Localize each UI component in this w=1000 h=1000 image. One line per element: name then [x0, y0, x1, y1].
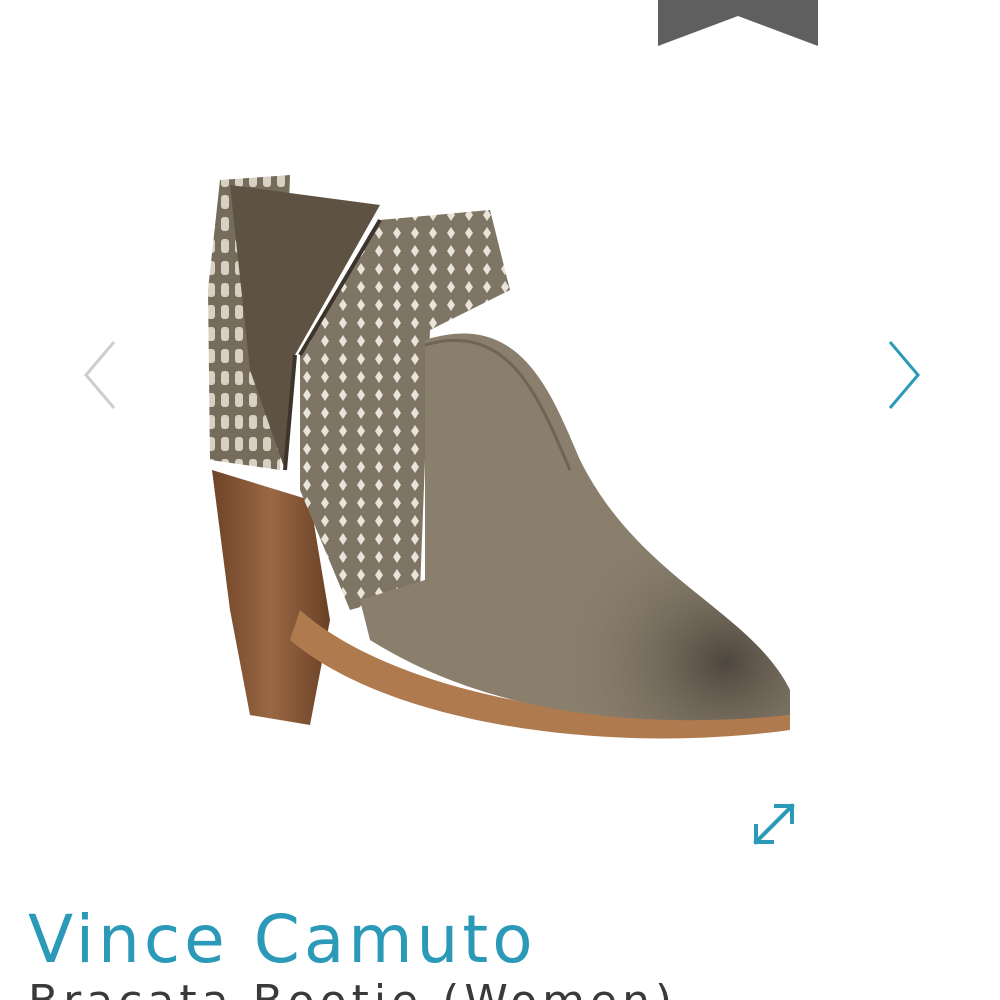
- chevron-right-icon: [888, 341, 920, 409]
- product-image[interactable]: [190, 170, 800, 770]
- product-name: Bracata Bootie (Women): [28, 974, 677, 1000]
- gallery-prev-button[interactable]: [80, 338, 124, 412]
- product-page: Vince Camuto Bracata Bootie (Women): [0, 0, 1000, 1000]
- chevron-left-icon: [84, 341, 116, 409]
- expand-image-button[interactable]: [748, 798, 800, 850]
- gallery-next-button[interactable]: [880, 338, 924, 412]
- brand-name[interactable]: Vince Camuto: [28, 900, 537, 980]
- bookmark-ribbon-icon[interactable]: [658, 0, 818, 46]
- image-gallery: [0, 60, 1000, 880]
- expand-icon: [753, 803, 795, 845]
